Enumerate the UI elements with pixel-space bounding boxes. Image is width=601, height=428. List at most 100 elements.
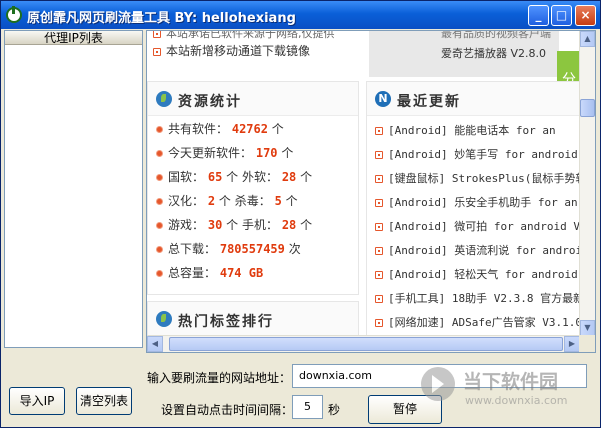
bullet-icon [375, 199, 383, 207]
bullet-icon [375, 271, 383, 279]
title-bar: 原创霏凡网页刷流量工具 BY: hellohexiang _ □ × [1, 1, 600, 29]
watermark: 当下软件园 www.downxia.com [421, 361, 600, 421]
update-item[interactable]: [Android] 妙笔手写 for android [375, 144, 578, 166]
horizontal-scroll-thumb[interactable] [169, 337, 563, 351]
updates-panel-title: 最近更新 [397, 94, 461, 110]
stats-label: 总容量： [168, 266, 217, 280]
bullet-icon [156, 174, 163, 181]
proxy-ip-list-body[interactable] [5, 45, 142, 347]
leaf-icon [156, 311, 172, 327]
close-button[interactable]: × [575, 5, 596, 26]
news-icon: N [375, 91, 391, 107]
top-link[interactable]: 本站新增移动通道下载镜像 [166, 44, 310, 58]
interval-input[interactable]: 5 [292, 395, 323, 419]
app-window: 原创霏凡网页刷流量工具 BY: hellohexiang _ □ × 代理IP列… [0, 0, 601, 428]
bullet-icon [156, 150, 163, 157]
update-item-text[interactable]: [网络加速] ADSafe广告管家 V3.1.0 [388, 316, 582, 329]
update-item-text[interactable]: [Android] 乐安全手机助手 for an [388, 196, 578, 209]
stats-unit: 个 [281, 146, 294, 160]
update-item[interactable]: [键盘鼠标] StrokesPlus(鼠标手势软 [375, 168, 586, 190]
tags-panel-title: 热门标签排行 [178, 314, 274, 330]
scroll-up-button[interactable]: ▲ [580, 31, 595, 47]
update-item[interactable]: [Android] 微可拍 for android V2 [375, 216, 587, 238]
play-logo-icon [421, 367, 455, 401]
watermark-text: 当下软件园 [463, 371, 559, 393]
stats-panel-header: 资源统计 [148, 82, 358, 116]
tags-panel-header: 热门标签排行 [148, 302, 358, 336]
top-partial-text: 本站承诺已软件来源于网络,仅提供 [166, 30, 335, 40]
bullet-icon [156, 126, 163, 133]
bullet-icon [156, 222, 163, 229]
update-item[interactable]: [Android] 英语流利说 for androi [375, 240, 582, 262]
update-item-text[interactable]: [Android] 微可拍 for android V2 [388, 220, 587, 233]
scroll-right-button[interactable]: ▶ [564, 336, 580, 352]
update-item-text[interactable]: [Android] 能能电话本 for an [388, 124, 556, 137]
scroll-down-button[interactable]: ▼ [580, 320, 595, 336]
update-item[interactable]: [网络加速] ADSafe广告管家 V3.1.0 [375, 312, 582, 334]
top-right-app-name[interactable]: 爱奇艺播放器 V2.8.0 [441, 45, 546, 61]
update-item[interactable]: [Android] 能能电话本 for an [375, 120, 556, 142]
update-item[interactable]: [Android] 轻松天气 for android [375, 264, 578, 286]
minimize-button[interactable]: _ [528, 5, 549, 26]
vertical-scroll-thumb[interactable] [580, 99, 595, 117]
update-item[interactable]: [Android] 乐安全手机助手 for an [375, 192, 578, 214]
proxy-ip-list[interactable]: 代理IP列表 [4, 30, 143, 348]
web-browser-view[interactable]: 本站承诺已软件来源于网络,仅提供 本站新增移动通道下载镜像 最有品质的视频客户端… [146, 30, 596, 353]
proxy-ip-list-header: 代理IP列表 [5, 31, 142, 45]
stats-unit: 个 [300, 218, 313, 232]
bullet-icon [375, 175, 383, 183]
stats-value: 780557459 [219, 242, 285, 256]
bullet-icon [153, 47, 161, 56]
top-right-image: 最有品质的视频客户端 爱奇艺播放器 V2.8.0 [369, 31, 559, 77]
updates-panel: N 最近更新 [Android] 能能电话本 for an [Android] 妙… [366, 81, 595, 343]
stats-domestic-foreign-row: 国软： 65 个 外软： 28 个 [156, 166, 312, 188]
interval-label: 设置自动点击时间间隔： [161, 403, 294, 417]
top-link-row[interactable]: 本站新增移动通道下载镜像 [153, 40, 310, 62]
stats-value: 42762 [231, 122, 268, 136]
window-title: 原创霏凡网页刷流量工具 BY: hellohexiang [27, 11, 296, 26]
update-item[interactable]: [手机工具] 18助手 V2.3.8 官方最新 [375, 288, 584, 310]
url-label: 输入要刷流量的网站地址： [147, 371, 292, 385]
bullet-icon [156, 246, 163, 253]
stats-label: 外软： [241, 170, 278, 184]
vertical-scrollbar[interactable]: ▲ ▼ [579, 31, 595, 336]
update-item-text[interactable]: [Android] 轻松天气 for android [388, 268, 578, 281]
update-item-text[interactable]: [手机工具] 18助手 V2.3.8 官方最新 [388, 292, 584, 305]
leaf-icon [156, 91, 172, 107]
stats-chinese-antivirus-row: 汉化： 2 个 杀毒： 5 个 [156, 190, 298, 212]
bullet-icon [375, 319, 383, 327]
stats-value: 65 [207, 170, 223, 184]
maximize-button[interactable]: □ [551, 5, 572, 26]
stats-value: 28 [281, 218, 297, 232]
import-ip-button[interactable]: 导入IP [9, 387, 65, 415]
stats-value: 2 [207, 194, 216, 208]
bullet-icon [375, 247, 383, 255]
stats-unit: 个 [285, 194, 298, 208]
stats-panel-title: 资源统计 [178, 94, 242, 110]
stats-label: 杀毒： [234, 194, 271, 208]
horizontal-scrollbar[interactable]: ◀ ▶ [147, 335, 580, 352]
bullet-icon [375, 151, 383, 159]
stats-value: 170 [255, 146, 278, 160]
clear-list-button[interactable]: 清空列表 [76, 387, 132, 415]
bullet-icon [375, 295, 383, 303]
stats-unit: 个 [218, 194, 231, 208]
scroll-left-button[interactable]: ◀ [147, 336, 163, 352]
stats-label: 今天更新软件： [168, 146, 253, 160]
interval-unit: 秒 [328, 403, 341, 417]
stats-unit: 个 [226, 170, 239, 184]
stats-label: 总下载： [168, 242, 217, 256]
stats-label: 游戏： [168, 218, 205, 232]
stats-unit: 个 [271, 122, 284, 136]
update-item-text[interactable]: [键盘鼠标] StrokesPlus(鼠标手势软 [388, 172, 586, 185]
update-item-text[interactable]: [Android] 英语流利说 for androi [388, 244, 582, 257]
bullet-icon [153, 31, 161, 38]
bullet-icon [156, 198, 163, 205]
update-item-text[interactable]: [Android] 妙笔手写 for android [388, 148, 578, 161]
updates-panel-header: N 最近更新 [367, 82, 595, 116]
stats-value: 30 [207, 218, 223, 232]
stats-unit: 次 [288, 242, 301, 256]
stats-label: 国软： [168, 170, 205, 184]
bullet-icon [156, 270, 163, 277]
stats-capacity-row: 总容量： 474 GB [156, 262, 263, 284]
